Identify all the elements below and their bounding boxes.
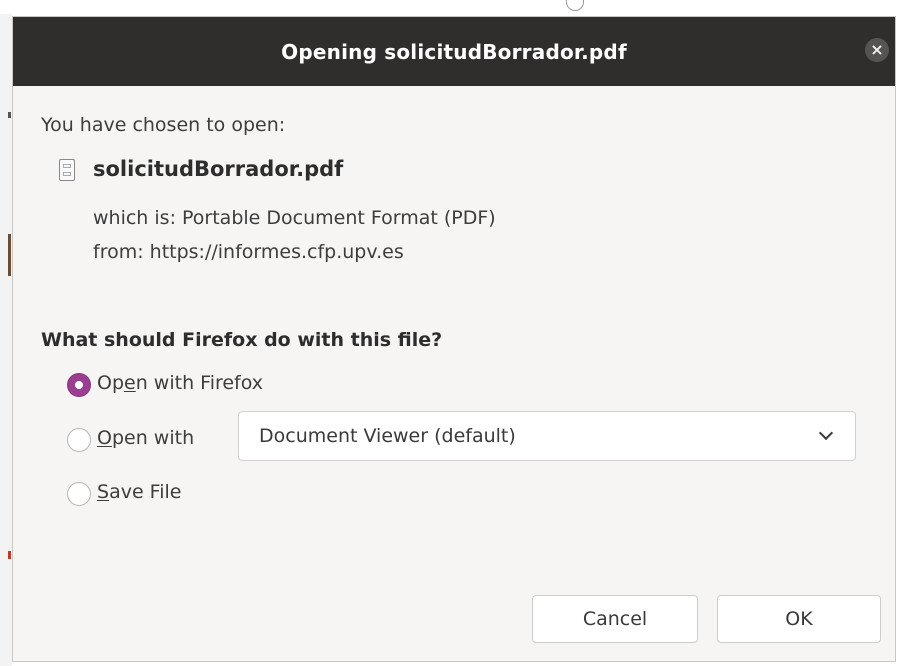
application-dropdown-value: Document Viewer (default) — [259, 425, 516, 447]
background-mark — [8, 112, 11, 118]
application-dropdown[interactable]: Document Viewer (default) — [238, 411, 856, 461]
mnemonic: e — [124, 372, 136, 394]
dialog-titlebar[interactable]: Opening solicitudBorrador.pdf × — [13, 17, 895, 86]
ok-button[interactable]: OK — [717, 595, 881, 643]
cancel-button[interactable]: Cancel — [532, 595, 698, 643]
close-button[interactable]: × — [865, 38, 889, 62]
document-icon — [59, 159, 75, 181]
option-label-save-file[interactable]: Save File — [97, 481, 181, 503]
radio-open-with-firefox[interactable] — [67, 373, 91, 397]
action-question: What should Firefox do with this file? — [41, 329, 443, 351]
file-source-label: from: https://informes.cfp.upv.es — [93, 241, 404, 263]
close-icon: × — [870, 40, 884, 59]
background-mark — [8, 234, 11, 276]
chevron-down-icon — [818, 425, 834, 441]
chosen-to-open-label: You have chosen to open: — [41, 114, 286, 136]
background-mark — [8, 551, 11, 559]
mnemonic: O — [97, 427, 112, 449]
option-label-open-with[interactable]: Open with — [97, 427, 194, 449]
radio-save-file[interactable] — [67, 482, 91, 506]
background-window-edge — [0, 0, 12, 666]
background-window-top — [0, 0, 899, 14]
file-name: solicitudBorrador.pdf — [93, 157, 344, 181]
file-type-label: which is: Portable Document Format (PDF) — [93, 207, 496, 229]
option-label-open-with-firefox[interactable]: Open with Firefox — [97, 372, 263, 394]
radio-open-with[interactable] — [67, 428, 91, 452]
dialog-content: You have chosen to open: solicitudBorrad… — [13, 86, 895, 663]
mnemonic: S — [97, 481, 110, 503]
dialog-title: Opening solicitudBorrador.pdf — [281, 40, 627, 64]
open-file-dialog: Opening solicitudBorrador.pdf × You have… — [12, 16, 896, 662]
